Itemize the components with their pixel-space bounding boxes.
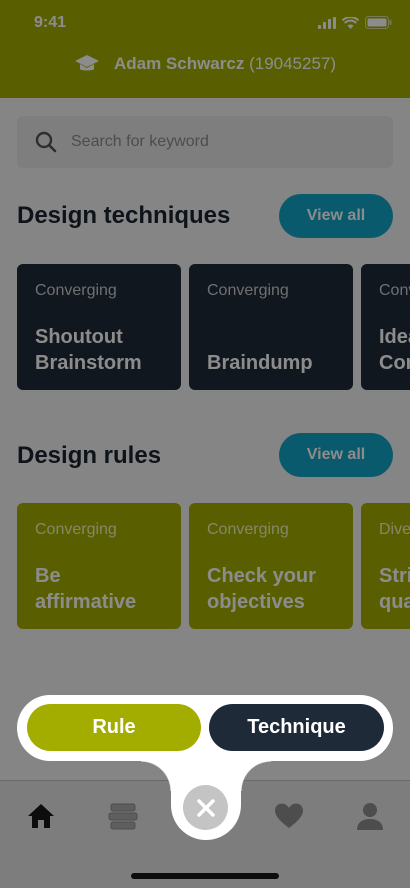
popup-fillet	[141, 761, 171, 791]
tab-home[interactable]	[24, 800, 58, 832]
close-icon	[196, 798, 215, 817]
popup-fillet	[241, 761, 271, 791]
close-popup-button[interactable]	[183, 785, 228, 830]
heart-icon	[275, 803, 303, 828]
home-icon	[28, 804, 54, 828]
tab-favorites[interactable]	[272, 800, 306, 832]
add-technique-button[interactable]: Technique	[209, 704, 384, 751]
books-icon	[108, 803, 138, 830]
profile-icon	[357, 803, 383, 830]
tab-library[interactable]	[106, 800, 140, 832]
add-rule-button[interactable]: Rule	[27, 704, 201, 751]
tab-profile[interactable]	[353, 800, 387, 832]
app-screen: 9:41 Adam Schwarcz (19045257) Search for…	[0, 0, 410, 888]
home-indicator	[131, 873, 279, 879]
